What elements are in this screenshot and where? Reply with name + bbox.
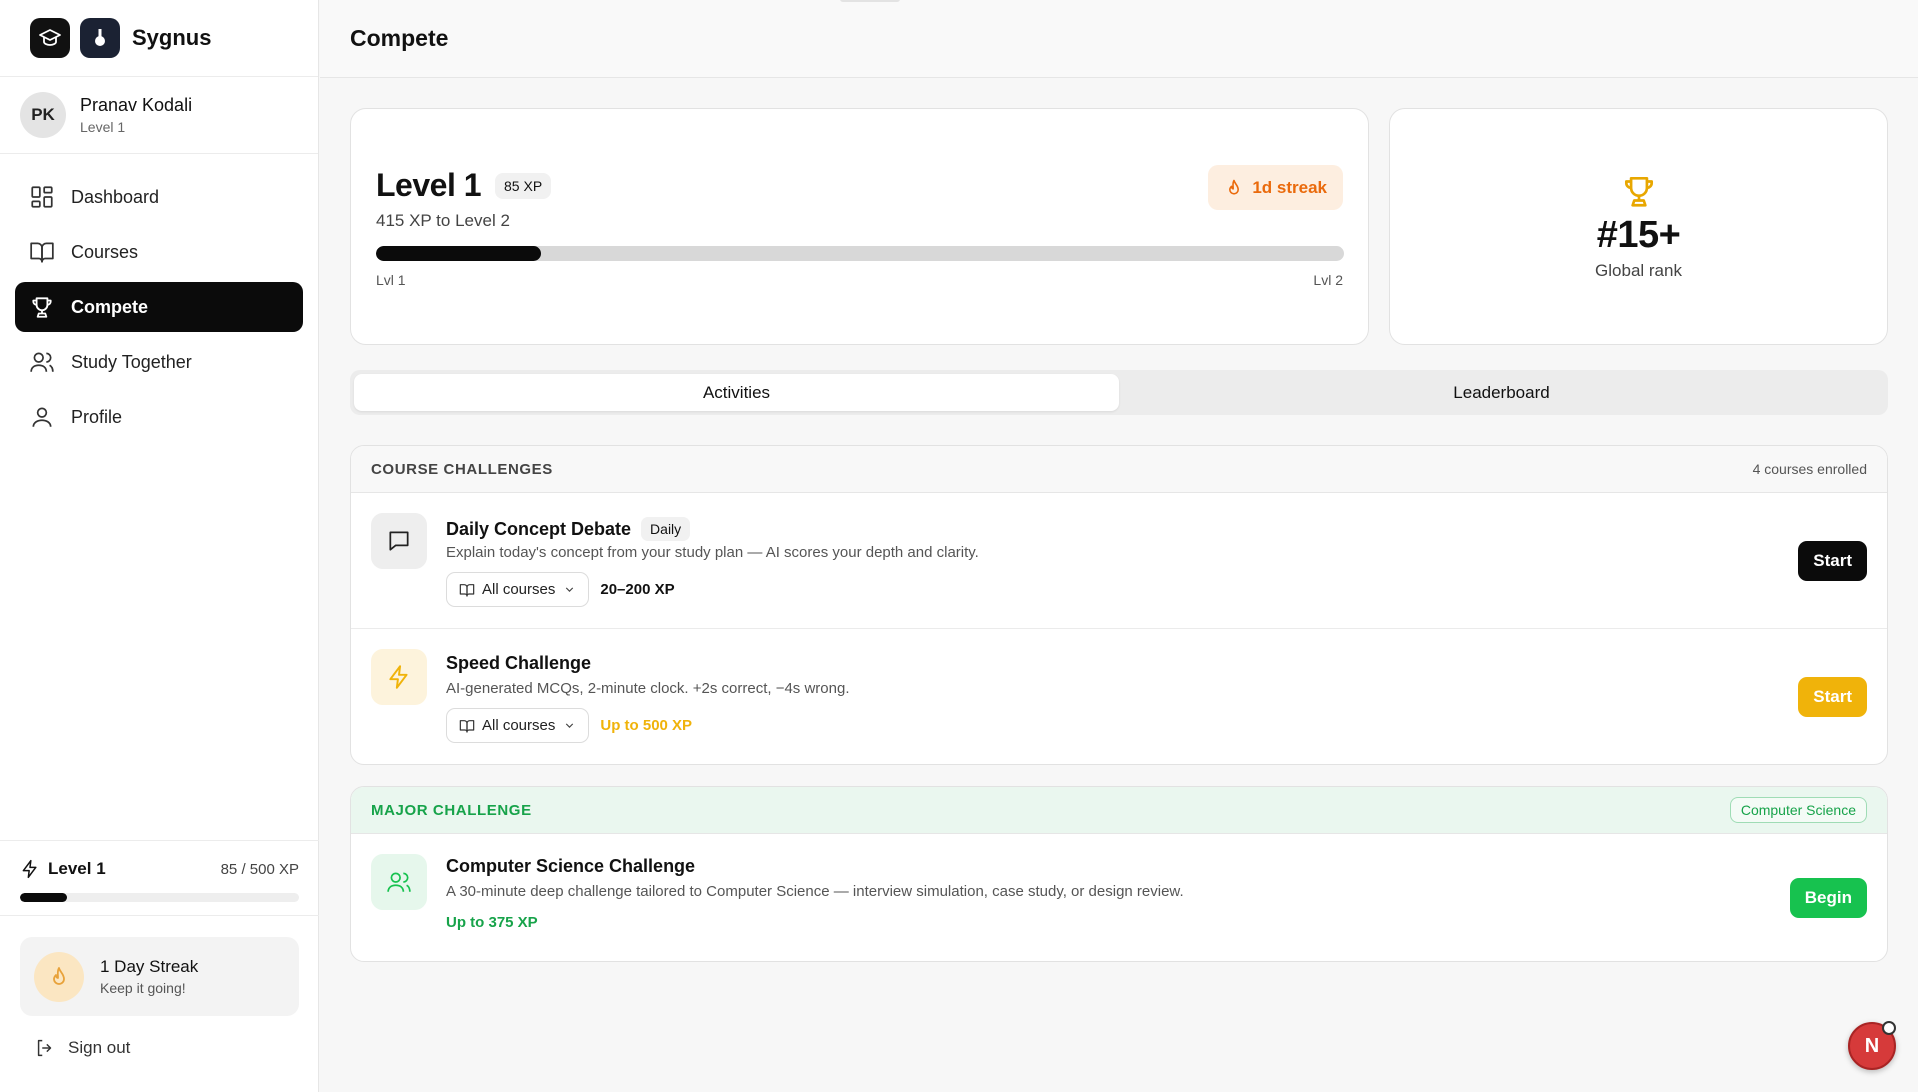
chat-icon — [371, 513, 427, 569]
sign-out-label: Sign out — [68, 1038, 131, 1057]
level-progress-fill — [376, 246, 541, 261]
sidebar: Sygnus PK Pranav Kodali Level 1 Dashboar… — [0, 0, 319, 1092]
streak-card: 1 Day Streak Keep it going! — [20, 937, 299, 1016]
sidebar-item-label: Compete — [71, 296, 149, 317]
level-progress-bar — [376, 246, 1344, 261]
top-notch — [840, 0, 900, 2]
sidebar-item-compete[interactable]: Compete — [15, 282, 303, 332]
start-debate-button[interactable]: Start — [1798, 540, 1867, 581]
rank-card: #15+ Global rank — [1389, 108, 1888, 345]
section-title: MAJOR CHALLENGE — [371, 801, 532, 819]
level-heading: Level 1 — [376, 167, 482, 203]
sidebar-item-study-together[interactable]: Study Together — [15, 337, 303, 387]
start-speed-button[interactable]: Start — [1798, 677, 1867, 717]
sign-out-button[interactable]: Sign out — [34, 1037, 130, 1059]
rank-value: #15+ — [1596, 214, 1681, 256]
user-level: Level 1 — [80, 119, 126, 135]
user-name: Pranav Kodali — [80, 95, 193, 115]
divider — [0, 915, 319, 916]
bolt-icon — [22, 859, 37, 879]
avatar[interactable]: PK — [20, 92, 66, 138]
challenge-row-speed: Speed Challenge AI-generated MCQs, 2-min… — [351, 629, 1887, 764]
progress-end-label: Lvl 2 — [1313, 272, 1343, 288]
challenge-title: Computer Science Challenge — [446, 856, 696, 876]
trophy-icon — [1624, 176, 1653, 207]
level-subtitle: 415 XP to Level 2 — [376, 211, 510, 230]
streak-badge: 1d streak — [1208, 165, 1343, 210]
sidebar-item-dashboard[interactable]: Dashboard — [15, 172, 303, 222]
sidebar-item-label: Dashboard — [71, 186, 160, 207]
sidebar-item-label: Courses — [71, 241, 139, 262]
brand-name[interactable]: Sygnus — [132, 25, 211, 51]
graduation-cap-icon[interactable] — [30, 18, 70, 58]
brand-logo-icon[interactable] — [80, 18, 120, 58]
bolt-icon — [371, 649, 427, 705]
begin-button[interactable]: Begin — [1789, 878, 1867, 918]
trophy-icon — [32, 297, 52, 318]
flame-icon — [34, 951, 84, 1002]
course-challenges-section: COURSE CHALLENGES 4 courses enrolled Dai… — [350, 445, 1888, 765]
dropdown-label: All courses — [482, 581, 556, 598]
tab-leaderboard[interactable]: Leaderboard — [1119, 374, 1884, 411]
sidebar-item-label: Profile — [71, 406, 123, 427]
streak-subtitle: Keep it going! — [100, 980, 186, 996]
level-card: Level 1 85 XP 415 XP to Level 2 1d strea… — [350, 108, 1369, 345]
user-icon — [32, 407, 52, 427]
tab-activities[interactable]: Activities — [354, 374, 1119, 411]
book-icon — [459, 583, 475, 597]
challenge-description: AI-generated MCQs, 2-minute clock. +2s c… — [446, 680, 850, 697]
section-header: MAJOR CHALLENGE Computer Science — [351, 787, 1887, 834]
chevron-down-icon — [566, 723, 574, 728]
sidebar-nav: Dashboard Courses Compete Study Together… — [0, 154, 318, 442]
top-bar: Compete — [320, 0, 1918, 78]
users-icon — [371, 854, 427, 910]
user-card[interactable]: PK Pranav Kodali Level 1 — [0, 77, 318, 154]
challenge-description: Explain today's concept from your study … — [446, 544, 979, 561]
section-title: COURSE CHALLENGES — [371, 460, 553, 478]
challenge-row-debate: Daily Concept Debate Daily Explain today… — [351, 493, 1887, 629]
streak-title: 1 Day Streak — [100, 957, 199, 976]
page-title: Compete — [350, 25, 449, 51]
xp-reward: Up to 500 XP — [600, 717, 693, 734]
brand-header: Sygnus — [0, 0, 318, 77]
subject-badge: Computer Science — [1729, 797, 1867, 823]
xp-reward: Up to 375 XP — [446, 914, 538, 931]
challenge-row-major: Computer Science Challenge A 30-minute d… — [351, 834, 1887, 961]
sidebar-item-courses[interactable]: Courses — [15, 227, 303, 277]
main-content: Compete Level 1 85 XP 415 XP to Level 2 … — [320, 0, 1918, 1092]
daily-tag: Daily — [641, 517, 691, 541]
xp-badge: 85 XP — [495, 172, 552, 199]
sidebar-level-progress: Level 1 85 / 500 XP — [0, 840, 319, 915]
sidebar-level-label: Level 1 — [48, 859, 106, 878]
courses-enrolled-count: 4 courses enrolled — [1752, 461, 1867, 477]
xp-reward: 20–200 XP — [600, 581, 675, 598]
notification-dot — [1882, 1021, 1896, 1035]
rank-label: Global rank — [1595, 261, 1682, 280]
sign-out-icon — [37, 1039, 52, 1057]
course-select-dropdown[interactable]: All courses — [446, 708, 590, 743]
book-icon — [30, 242, 54, 263]
sidebar-progress-fill — [20, 893, 68, 902]
challenge-title: Speed Challenge — [446, 653, 592, 673]
challenge-title: Daily Concept Debate — [446, 518, 632, 539]
sidebar-progress-bar — [20, 893, 299, 902]
sidebar-item-label: Study Together — [71, 351, 192, 372]
section-header: COURSE CHALLENGES 4 courses enrolled — [351, 446, 1887, 493]
chevron-down-icon — [566, 587, 574, 592]
major-challenge-section: MAJOR CHALLENGE Computer Science Compute… — [350, 786, 1888, 962]
flame-icon — [1229, 179, 1240, 195]
progress-start-label: Lvl 1 — [376, 272, 406, 288]
dropdown-label: All courses — [482, 717, 556, 734]
challenge-description: A 30-minute deep challenge tailored to C… — [446, 883, 1184, 900]
course-select-dropdown[interactable]: All courses — [446, 572, 590, 607]
sidebar-level-xp: 85 / 500 XP — [220, 860, 299, 878]
grid-icon — [31, 186, 53, 208]
streak-badge-label: 1d streak — [1252, 177, 1327, 197]
users-icon — [30, 352, 54, 372]
book-icon — [459, 719, 475, 733]
tab-bar: Activities Leaderboard — [350, 370, 1888, 415]
sidebar-item-profile[interactable]: Profile — [15, 392, 303, 442]
